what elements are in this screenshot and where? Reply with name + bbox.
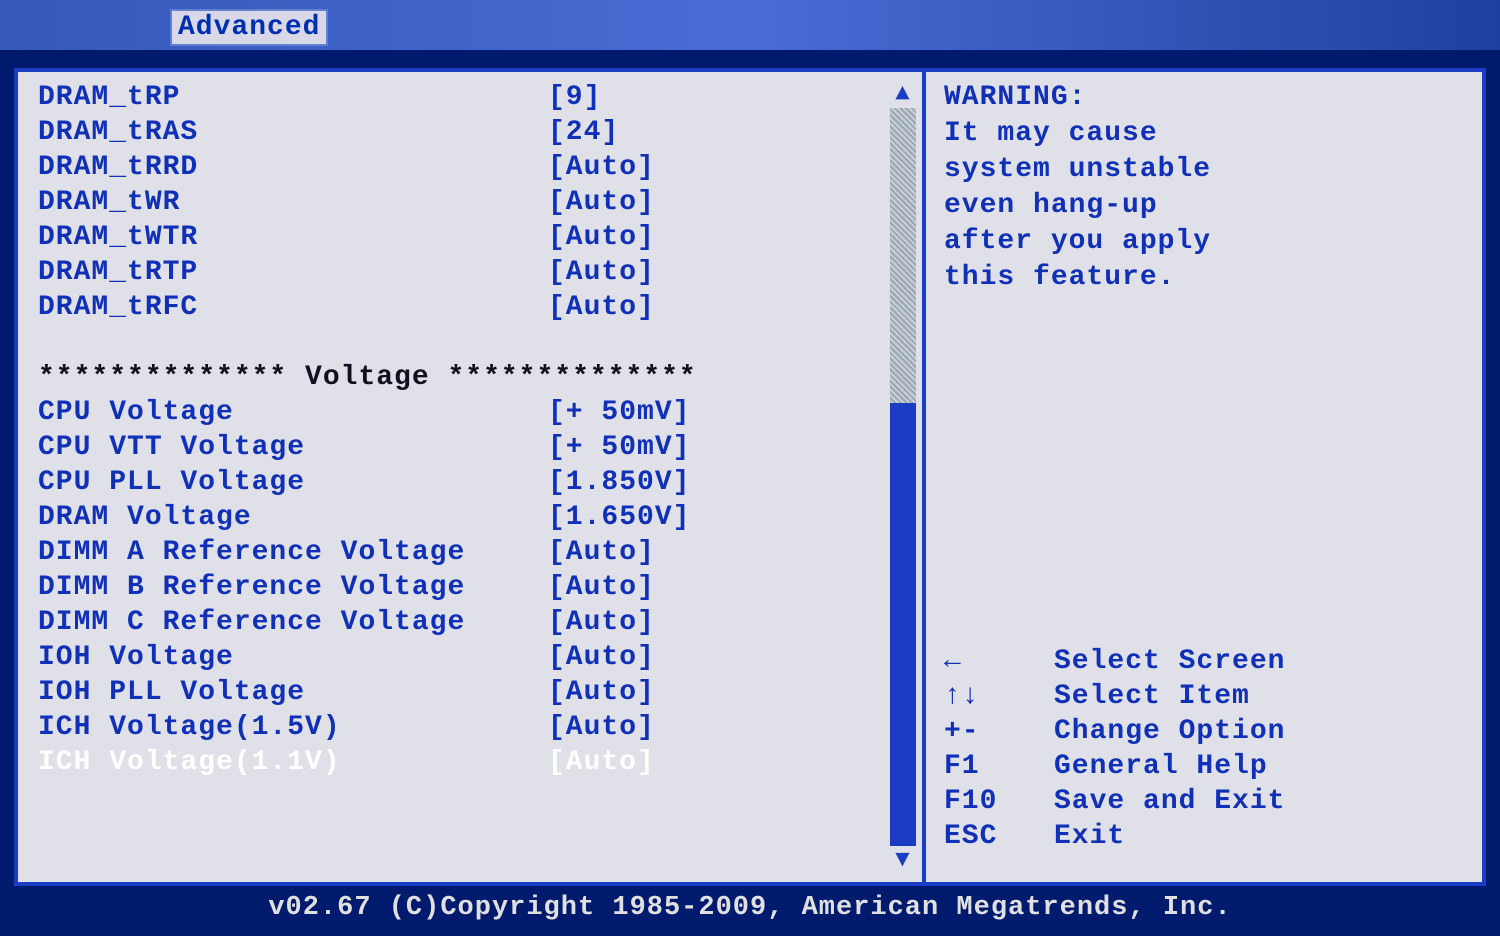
setting-row[interactable]: ICH Voltage(1.1V)[Auto]: [38, 745, 922, 780]
help-panel: WARNING: It may cause system unstable ev…: [926, 72, 1482, 882]
setting-value[interactable]: [Auto]: [548, 570, 888, 605]
setting-value[interactable]: [Auto]: [548, 745, 888, 780]
setting-row[interactable]: DRAM_tRFC[Auto]: [38, 290, 922, 325]
setting-label: DRAM_tWTR: [38, 220, 548, 255]
key-desc: Select Item: [1054, 679, 1250, 714]
warning-line: system unstable: [944, 152, 1464, 188]
setting-value[interactable]: [Auto]: [548, 640, 888, 675]
setting-value[interactable]: [+ 50mV]: [548, 395, 888, 430]
setting-label: DIMM B Reference Voltage: [38, 570, 548, 605]
setting-row[interactable]: CPU VTT Voltage[+ 50mV]: [38, 430, 922, 465]
copyright-footer: v02.67 (C)Copyright 1985-2009, American …: [0, 886, 1500, 930]
setting-row[interactable]: IOH PLL Voltage[Auto]: [38, 675, 922, 710]
scroll-down-icon[interactable]: ▼: [890, 846, 916, 874]
scrollbar[interactable]: ▲ ▼: [890, 80, 916, 874]
scroll-thumb[interactable]: [890, 403, 916, 846]
voltage-section-header: ************** Voltage **************: [38, 360, 922, 395]
key-hint: +-Change Option: [944, 714, 1464, 749]
setting-value[interactable]: [Auto]: [548, 185, 888, 220]
key-name: ←: [944, 644, 1054, 679]
key-desc: Select Screen: [1054, 644, 1285, 679]
key-desc: Save and Exit: [1054, 784, 1285, 819]
setting-row[interactable]: DRAM_tWTR[Auto]: [38, 220, 922, 255]
setting-row[interactable]: DRAM_tRRD[Auto]: [38, 150, 922, 185]
settings-panel: DRAM_tRP[9]DRAM_tRAS[24]DRAM_tRRD[Auto]D…: [18, 72, 922, 882]
scroll-up-icon[interactable]: ▲: [890, 80, 916, 108]
setting-value[interactable]: [Auto]: [548, 535, 888, 570]
setting-label: DRAM Voltage: [38, 500, 548, 535]
setting-row[interactable]: CPU Voltage[+ 50mV]: [38, 395, 922, 430]
key-legend: ←Select Screen↑↓Select Item+-Change Opti…: [944, 644, 1464, 854]
setting-label: DRAM_tWR: [38, 185, 548, 220]
setting-label: CPU VTT Voltage: [38, 430, 548, 465]
setting-label: DRAM_tRRD: [38, 150, 548, 185]
setting-label: ICH Voltage(1.1V): [38, 745, 548, 780]
setting-label: DRAM_tRP: [38, 80, 548, 115]
setting-row[interactable]: CPU PLL Voltage[1.850V]: [38, 465, 922, 500]
setting-label: ICH Voltage(1.5V): [38, 710, 548, 745]
key-name: F1: [944, 749, 1054, 784]
key-name: +-: [944, 714, 1054, 749]
setting-value[interactable]: [Auto]: [548, 710, 888, 745]
setting-label: IOH Voltage: [38, 640, 548, 675]
setting-row[interactable]: DIMM C Reference Voltage[Auto]: [38, 605, 922, 640]
setting-value[interactable]: [1.850V]: [548, 465, 888, 500]
key-hint: ↑↓Select Item: [944, 679, 1464, 714]
setting-row[interactable]: ICH Voltage(1.5V)[Auto]: [38, 710, 922, 745]
setting-label: DRAM_tRTP: [38, 255, 548, 290]
warning-title: WARNING:: [944, 80, 1464, 116]
warning-line: It may cause: [944, 116, 1464, 152]
setting-value[interactable]: [Auto]: [548, 605, 888, 640]
setting-label: DIMM A Reference Voltage: [38, 535, 548, 570]
key-hint: ESCExit: [944, 819, 1464, 854]
warning-text: WARNING: It may cause system unstable ev…: [944, 80, 1464, 296]
key-hint: ←Select Screen: [944, 644, 1464, 679]
key-name: F10: [944, 784, 1054, 819]
tab-advanced[interactable]: Advanced: [170, 9, 328, 46]
key-desc: General Help: [1054, 749, 1268, 784]
setting-value[interactable]: [Auto]: [548, 220, 888, 255]
warning-line: this feature.: [944, 260, 1464, 296]
setting-value[interactable]: [1.650V]: [548, 500, 888, 535]
setting-row[interactable]: IOH Voltage[Auto]: [38, 640, 922, 675]
scroll-track[interactable]: [890, 108, 916, 846]
setting-row[interactable]: DRAM_tWR[Auto]: [38, 185, 922, 220]
key-hint: F10Save and Exit: [944, 784, 1464, 819]
setting-row[interactable]: DRAM_tRP[9]: [38, 80, 922, 115]
key-name: ↑↓: [944, 679, 1054, 714]
main-frame: DRAM_tRP[9]DRAM_tRAS[24]DRAM_tRRD[Auto]D…: [14, 68, 1486, 886]
setting-row[interactable]: DIMM B Reference Voltage[Auto]: [38, 570, 922, 605]
setting-label: DRAM_tRFC: [38, 290, 548, 325]
setting-label: IOH PLL Voltage: [38, 675, 548, 710]
warning-line: even hang-up: [944, 188, 1464, 224]
key-desc: Change Option: [1054, 714, 1285, 749]
setting-value[interactable]: [Auto]: [548, 290, 888, 325]
setting-row[interactable]: DRAM_tRAS[24]: [38, 115, 922, 150]
setting-value[interactable]: [Auto]: [548, 675, 888, 710]
menu-bar[interactable]: Advanced: [0, 0, 1500, 50]
setting-value[interactable]: [Auto]: [548, 255, 888, 290]
key-desc: Exit: [1054, 819, 1125, 854]
setting-label: CPU Voltage: [38, 395, 548, 430]
setting-label: DIMM C Reference Voltage: [38, 605, 548, 640]
setting-row[interactable]: DRAM_tRTP[Auto]: [38, 255, 922, 290]
setting-value[interactable]: [Auto]: [548, 150, 888, 185]
setting-row[interactable]: DIMM A Reference Voltage[Auto]: [38, 535, 922, 570]
setting-value[interactable]: [24]: [548, 115, 888, 150]
setting-value[interactable]: [+ 50mV]: [548, 430, 888, 465]
setting-value[interactable]: [9]: [548, 80, 888, 115]
setting-row[interactable]: DRAM Voltage[1.650V]: [38, 500, 922, 535]
key-hint: F1General Help: [944, 749, 1464, 784]
warning-line: after you apply: [944, 224, 1464, 260]
setting-label: DRAM_tRAS: [38, 115, 548, 150]
key-name: ESC: [944, 819, 1054, 854]
setting-label: CPU PLL Voltage: [38, 465, 548, 500]
